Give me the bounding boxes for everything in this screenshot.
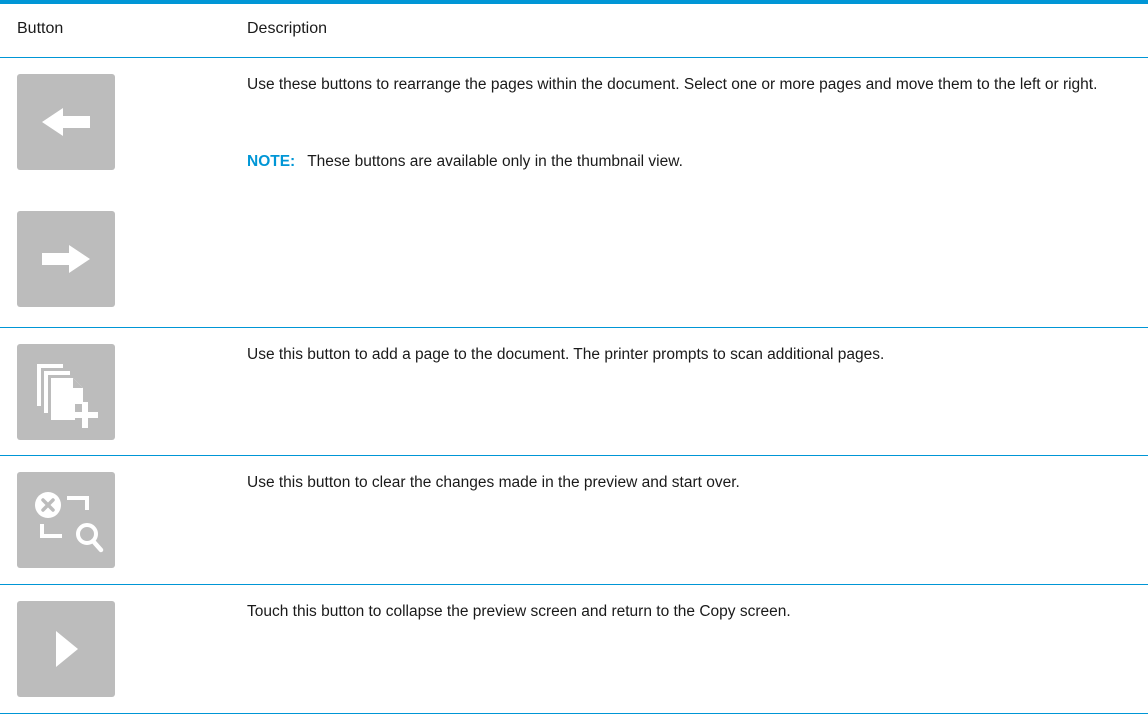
reset-preview-button[interactable] xyxy=(17,472,115,568)
add-page-description: Use this button to add a page to the doc… xyxy=(247,346,885,363)
move-left-button[interactable] xyxy=(17,74,115,170)
add-page-button[interactable] xyxy=(17,344,115,440)
move-left-arrow-icon xyxy=(42,108,90,136)
collapse-description: Touch this button to collapse the previe… xyxy=(247,603,791,620)
column-header-button: Button xyxy=(17,20,64,37)
add-page-icon xyxy=(37,364,98,428)
rearrange-description: Use these buttons to rearrange the pages… xyxy=(247,76,1098,93)
table-header-row: Button Description xyxy=(0,4,1148,58)
move-right-arrow-icon xyxy=(42,245,90,273)
note-text: These buttons are available only in the … xyxy=(307,153,683,170)
table-row-collapse: Touch this button to collapse the previe… xyxy=(0,585,1148,714)
move-right-button[interactable] xyxy=(17,211,115,307)
table-row-reset: Use this button to clear the changes mad… xyxy=(0,456,1148,585)
rearrange-note: NOTE: These buttons are available only in… xyxy=(247,151,683,173)
column-header-description: Description xyxy=(247,20,328,37)
reset-description: Use this button to clear the changes mad… xyxy=(247,474,740,491)
note-label: NOTE: xyxy=(247,153,296,170)
table-row-add-page: Use this button to add a page to the doc… xyxy=(0,328,1148,456)
collapse-play-icon xyxy=(56,631,78,667)
button-description-table: Button Description Use these buttons to … xyxy=(0,0,1148,714)
collapse-preview-button[interactable] xyxy=(17,601,115,697)
table-row-rearrange: Use these buttons to rearrange the pages… xyxy=(0,58,1148,328)
reset-preview-icon xyxy=(35,492,104,553)
